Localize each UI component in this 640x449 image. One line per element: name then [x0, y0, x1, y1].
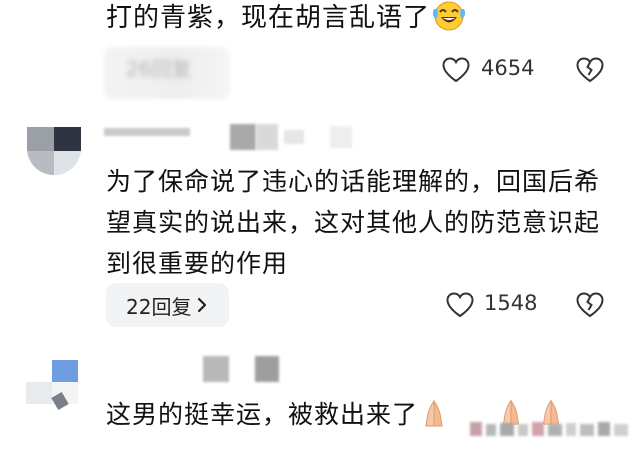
like-count: 4654	[481, 56, 535, 80]
comment-1: 打的青紫，现在胡言乱语了	[106, 0, 466, 43]
broken-heart-icon[interactable]	[576, 57, 604, 83]
heart-outline-icon[interactable]	[442, 57, 470, 83]
comment-1-text: 打的青紫，现在胡言乱语了	[106, 3, 431, 33]
broken-heart-icon[interactable]	[576, 292, 604, 318]
avatar[interactable]	[27, 127, 81, 175]
chevron-right-icon	[198, 297, 207, 313]
comment-list: 打的青紫，现在胡言乱语了 26回复 4654 为了保命说了违心的话能理解的，回国…	[0, 0, 640, 449]
watermark-obscured	[470, 422, 628, 436]
avatar[interactable]	[24, 358, 80, 414]
comment-3: 这男的挺幸运，被救出来了	[106, 394, 450, 441]
reply-button-obscured[interactable]: 26回复	[104, 47, 230, 99]
reply-button-label: 22回复	[126, 294, 192, 319]
heart-outline-icon[interactable]	[446, 292, 474, 318]
comment-2-text: 为了保命说了违心的话能理解的，回国后希望真实的说出来，这对其他人的防范意识起到很…	[106, 167, 601, 278]
like-count: 1548	[484, 291, 538, 315]
laughing-crying-emoji-icon	[432, 0, 466, 43]
reply-button[interactable]: 22回复	[106, 283, 229, 327]
praying-hands-emoji-icon	[418, 397, 450, 441]
comment-3-text: 这男的挺幸运，被救出来了	[106, 400, 419, 429]
